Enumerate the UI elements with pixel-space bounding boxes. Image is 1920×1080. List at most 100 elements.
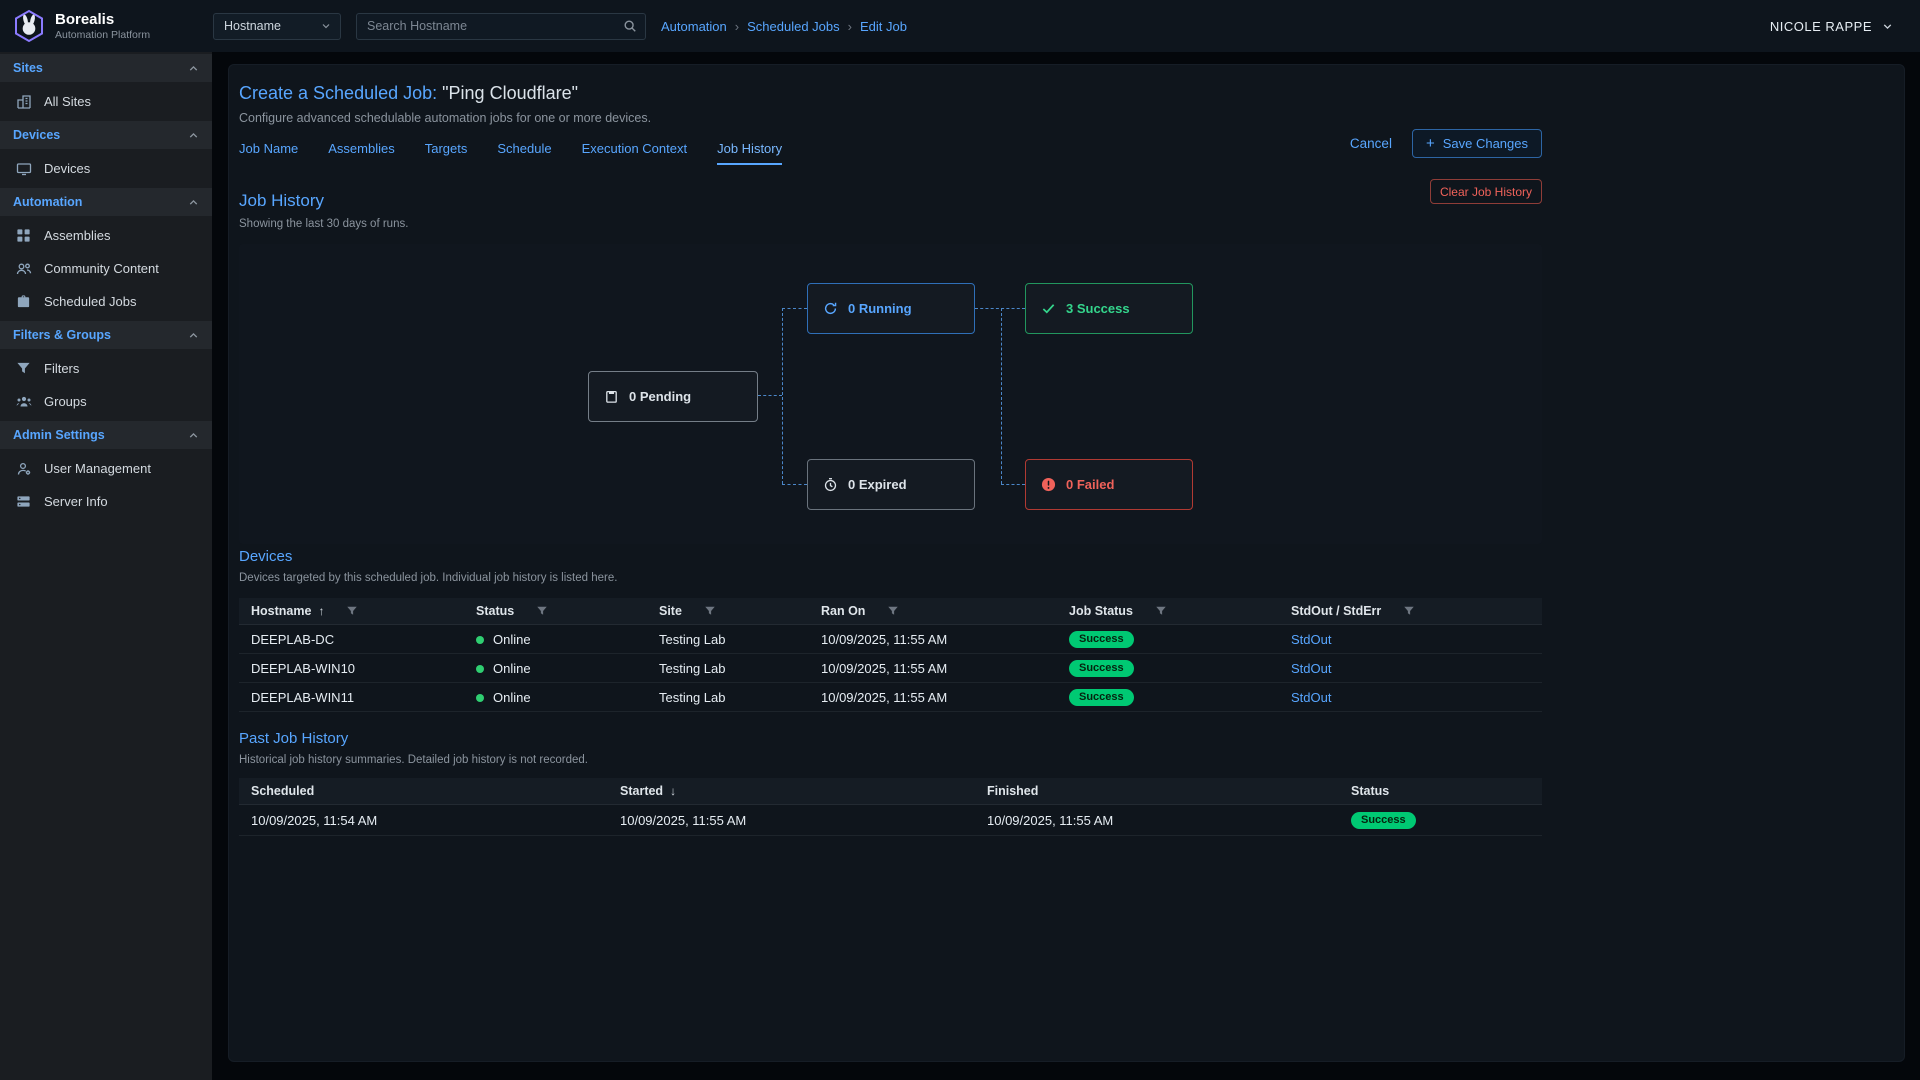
filter-icon[interactable] <box>887 605 899 617</box>
clear-job-history-button[interactable]: Clear Job History <box>1430 179 1542 204</box>
ran-on-cell: 10/09/2025, 11:55 AM <box>821 690 1069 705</box>
chevron-up-icon <box>187 129 200 142</box>
status-badge: Success <box>1069 689 1134 706</box>
tab-job-name[interactable]: Job Name <box>239 141 298 165</box>
sidebar-section-sites[interactable]: Sites <box>0 54 212 82</box>
past-job-history-subtitle: Historical job history summaries. Detail… <box>239 754 1542 766</box>
sidebar-item-user-management[interactable]: User Management <box>0 452 212 485</box>
hostname-search[interactable] <box>356 13 646 40</box>
filter-icon[interactable] <box>1155 605 1167 617</box>
column-header-status[interactable]: Status <box>1351 784 1542 798</box>
column-header-status[interactable]: Status <box>476 604 659 618</box>
table-row[interactable]: DEEPLAB-DC Online Testing Lab 10/09/2025… <box>239 625 1542 654</box>
sort-asc-icon[interactable]: ↑ <box>318 604 324 618</box>
hostname-select[interactable]: Hostname <box>213 13 341 40</box>
tab-job-history[interactable]: Job History <box>717 141 782 165</box>
tab-targets[interactable]: Targets <box>425 141 468 165</box>
user-menu[interactable]: NICOLE RAPPE <box>1770 19 1894 34</box>
sidebar-item-all-sites[interactable]: All Sites <box>0 85 212 118</box>
chevron-down-icon <box>320 20 332 32</box>
sidebar-item-scheduled-jobs[interactable]: Scheduled Jobs <box>0 285 212 318</box>
breadcrumb-automation[interactable]: Automation <box>661 19 727 34</box>
sidebar-section-filters-groups[interactable]: Filters & Groups <box>0 321 212 349</box>
hostname-cell: DEEPLAB-WIN10 <box>239 661 476 676</box>
section-label: Devices <box>13 128 60 142</box>
tab-execution-context[interactable]: Execution Context <box>582 141 688 165</box>
people-icon <box>15 260 32 277</box>
sidebar-item-label: Filters <box>44 361 79 376</box>
flow-connector <box>782 484 807 485</box>
column-header-started[interactable]: Started ↓ <box>620 784 987 798</box>
table-row[interactable]: DEEPLAB-WIN10 Online Testing Lab 10/09/2… <box>239 654 1542 683</box>
sidebar-item-devices[interactable]: Devices <box>0 152 212 185</box>
table-row[interactable]: 10/09/2025, 11:54 AM 10/09/2025, 11:55 A… <box>239 805 1542 836</box>
breadcrumb-edit-job[interactable]: Edit Job <box>860 19 907 34</box>
sidebar-item-groups[interactable]: Groups <box>0 385 212 418</box>
panel-content: Create a Scheduled Job: "Ping Cloudflare… <box>229 65 1542 1061</box>
edit-job-panel: Create a Scheduled Job: "Ping Cloudflare… <box>228 64 1905 1062</box>
filter-icon[interactable] <box>704 605 716 617</box>
chevron-up-icon <box>187 196 200 209</box>
check-icon <box>1041 301 1056 316</box>
plus-icon: + <box>1426 136 1435 151</box>
buildings-icon <box>15 93 32 110</box>
top-bar: Borealis Automation Platform Hostname Au… <box>0 0 1920 52</box>
column-header-site[interactable]: Site <box>659 604 821 618</box>
group-icon <box>15 393 32 410</box>
column-header-job-status[interactable]: Job Status <box>1069 604 1291 618</box>
brand-logo-block[interactable]: Borealis Automation Platform <box>0 9 212 43</box>
flow-connector <box>758 395 782 396</box>
flow-connector <box>1001 308 1002 484</box>
stdout-link[interactable]: StdOut <box>1291 661 1331 676</box>
column-header-hostname[interactable]: Hostname ↑ <box>239 604 476 618</box>
column-header-stdout-stderr[interactable]: StdOut / StdErr <box>1291 604 1542 618</box>
failed-count-label: 0 Failed <box>1066 477 1114 492</box>
error-icon <box>1041 477 1056 492</box>
stdout-link[interactable]: StdOut <box>1291 632 1331 647</box>
sidebar-item-community-content[interactable]: Community Content <box>0 252 212 285</box>
filter-icon[interactable] <box>1403 605 1415 617</box>
cancel-button[interactable]: Cancel <box>1350 136 1392 151</box>
save-changes-label: Save Changes <box>1443 136 1528 151</box>
sort-desc-icon[interactable]: ↓ <box>670 784 676 798</box>
sidebar-item-filters[interactable]: Filters <box>0 352 212 385</box>
online-status-dot <box>476 694 484 702</box>
job-status-cell: Success <box>1069 688 1291 706</box>
sidebar-section-admin-settings[interactable]: Admin Settings <box>0 421 212 449</box>
page-subtitle: Configure advanced schedulable automatio… <box>239 111 1542 125</box>
expired-count-box: 0 Expired <box>807 459 975 510</box>
filter-icon[interactable] <box>536 605 548 617</box>
status-badge: Success <box>1069 660 1134 677</box>
search-icon[interactable] <box>623 19 637 33</box>
monitor-icon <box>15 160 32 177</box>
scheduled-cell: 10/09/2025, 11:54 AM <box>239 813 620 828</box>
sidebar-item-server-info[interactable]: Server Info <box>0 485 212 518</box>
search-input[interactable] <box>367 19 623 33</box>
site-cell: Testing Lab <box>659 632 821 647</box>
devices-subtitle: Devices targeted by this scheduled job. … <box>239 572 1542 584</box>
past-table-header: Scheduled Started ↓ Finished Status <box>239 778 1542 805</box>
column-header-scheduled[interactable]: Scheduled <box>239 784 620 798</box>
tab-assemblies[interactable]: Assemblies <box>328 141 394 165</box>
sidebar-item-label: Community Content <box>44 261 159 276</box>
site-cell: Testing Lab <box>659 661 821 676</box>
breadcrumb-scheduled-jobs[interactable]: Scheduled Jobs <box>747 19 840 34</box>
save-changes-button[interactable]: + Save Changes <box>1412 129 1542 158</box>
sidebar-section-devices[interactable]: Devices <box>0 121 212 149</box>
hostname-select-value: Hostname <box>224 19 281 33</box>
success-count-label: 3 Success <box>1066 301 1130 316</box>
job-status-flow-diagram: 0 Pending 0 Running 3 Success 0 Expired <box>239 244 1542 544</box>
column-header-finished[interactable]: Finished <box>987 784 1351 798</box>
filter-icon[interactable] <box>346 605 358 617</box>
stdout-link[interactable]: StdOut <box>1291 690 1331 705</box>
column-header-ran-on[interactable]: Ran On <box>821 604 1069 618</box>
job-status-cell: Success <box>1069 659 1291 677</box>
form-actions: Cancel + Save Changes <box>1350 129 1542 158</box>
brand-text: Borealis Automation Platform <box>55 11 150 40</box>
column-label: Site <box>659 604 682 618</box>
tab-schedule[interactable]: Schedule <box>497 141 551 165</box>
brand-subtitle: Automation Platform <box>55 29 150 41</box>
sidebar-item-assemblies[interactable]: Assemblies <box>0 219 212 252</box>
table-row[interactable]: DEEPLAB-WIN11 Online Testing Lab 10/09/2… <box>239 683 1542 712</box>
sidebar-section-automation[interactable]: Automation <box>0 188 212 216</box>
